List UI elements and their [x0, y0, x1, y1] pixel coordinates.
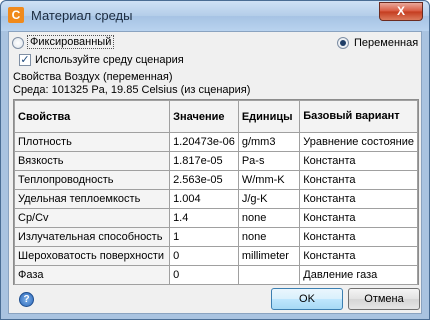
title-bar[interactable]: C Материал среды X — [1, 1, 429, 31]
table-row[interactable]: Шероховатость поверхности 0 millimeter Конс… — [13, 246, 418, 266]
cell-property: Cp/Cv — [13, 208, 171, 228]
window-title: Материал среды — [31, 8, 133, 23]
dialog-body: Фиксированный Переменная ✓ Используйте с… — [8, 31, 422, 314]
cell-base-option[interactable]: Константа — [299, 246, 418, 266]
variable-radio[interactable] — [337, 37, 349, 49]
cell-property: Плотность — [13, 132, 171, 152]
cell-value[interactable]: 1.4 — [169, 208, 239, 228]
cell-base-option[interactable]: Уравнение состояние — [299, 132, 418, 152]
cell-value[interactable]: 1.817e-05 — [169, 151, 239, 171]
cell-base-option[interactable]: Константа — [299, 189, 418, 209]
cell-units[interactable]: Pa-s — [237, 151, 301, 171]
cell-units[interactable]: g/mm3 — [237, 132, 301, 152]
cell-value[interactable]: 1 — [169, 227, 239, 247]
table-row[interactable]: Cp/Cv 1.4 none Константа — [13, 208, 418, 228]
cell-units[interactable]: W/mm-K — [237, 170, 301, 190]
column-header-property[interactable]: Свойства — [13, 100, 171, 133]
table-row[interactable]: Излучательная способность 1 none Константа — [13, 227, 418, 247]
cell-base-option[interactable]: Константа — [299, 151, 418, 171]
cell-value[interactable]: 1.004 — [169, 189, 239, 209]
cell-property: Вязкость — [13, 151, 171, 171]
cell-units[interactable]: J/g-K — [237, 189, 301, 209]
cell-property: Теплопроводность — [13, 170, 171, 190]
ok-button[interactable]: OK — [271, 288, 343, 310]
cell-value[interactable]: 0 — [169, 265, 239, 285]
dialog-window: C Материал среды X Фиксированный Перемен… — [0, 0, 430, 320]
cancel-button[interactable]: Отмена — [348, 288, 420, 310]
fixed-radio[interactable] — [12, 37, 24, 49]
cell-value[interactable]: 2.563e-05 — [169, 170, 239, 190]
use-scenario-checkbox[interactable]: ✓ — [19, 54, 31, 66]
cell-base-option[interactable]: Константа — [299, 208, 418, 228]
column-header-base-option[interactable]: Базовый вариант — [299, 100, 418, 133]
table-row[interactable]: Плотность 1.20473e-06 g/mm3 Уравнение состо… — [13, 132, 418, 152]
column-header-units[interactable]: Единицы — [237, 100, 301, 133]
properties-table-container[interactable]: Свойства Значение Единицы Базовый вариан… — [13, 99, 419, 285]
table-header-row: Свойства Значение Единицы Базовый вариан… — [13, 100, 418, 133]
cell-units[interactable]: none — [237, 208, 301, 228]
cell-units[interactable]: millimeter — [237, 246, 301, 266]
cell-base-option[interactable]: Константа — [299, 227, 418, 247]
table-row[interactable]: Удельная теплоемкость 1.004 J/g-K Константа — [13, 189, 418, 209]
table-row[interactable]: Фаза 0 Давление газа — [13, 265, 418, 285]
cell-property: Фаза — [13, 265, 171, 285]
table-row[interactable]: Вязкость 1.817e-05 Pa-s Константа — [13, 151, 418, 171]
cell-property: Шероховатость поверхности — [13, 246, 171, 266]
cell-value[interactable]: 1.20473e-06 — [169, 132, 239, 152]
fixed-radio-label[interactable]: Фиксированный — [27, 35, 115, 49]
cell-property: Удельная теплоемкость — [13, 189, 171, 209]
cell-value[interactable]: 0 — [169, 246, 239, 266]
cell-units[interactable]: none — [237, 227, 301, 247]
properties-table: Свойства Значение Единицы Базовый вариан… — [13, 100, 418, 285]
cell-units[interactable] — [237, 265, 301, 285]
column-header-value[interactable]: Значение — [169, 100, 239, 133]
table-row[interactable]: Теплопроводность 2.563e-05 W/mm-K Константа — [13, 170, 418, 190]
cell-base-option[interactable]: Константа — [299, 170, 418, 190]
close-button[interactable]: X — [379, 2, 423, 21]
cell-base-option[interactable]: Давление газа — [299, 265, 418, 285]
help-icon[interactable]: ? — [19, 292, 34, 307]
properties-caption: Свойства Воздух (переменная) — [13, 71, 173, 83]
app-logo-icon: C — [8, 7, 24, 23]
cell-property: Излучательная способность — [13, 227, 171, 247]
environment-caption: Среда: 101325 Pa, 19.85 Celsius (из сцен… — [13, 84, 251, 96]
use-scenario-label[interactable]: Используйте среду сценария — [35, 54, 184, 66]
variable-radio-label[interactable]: Переменная — [354, 37, 418, 49]
